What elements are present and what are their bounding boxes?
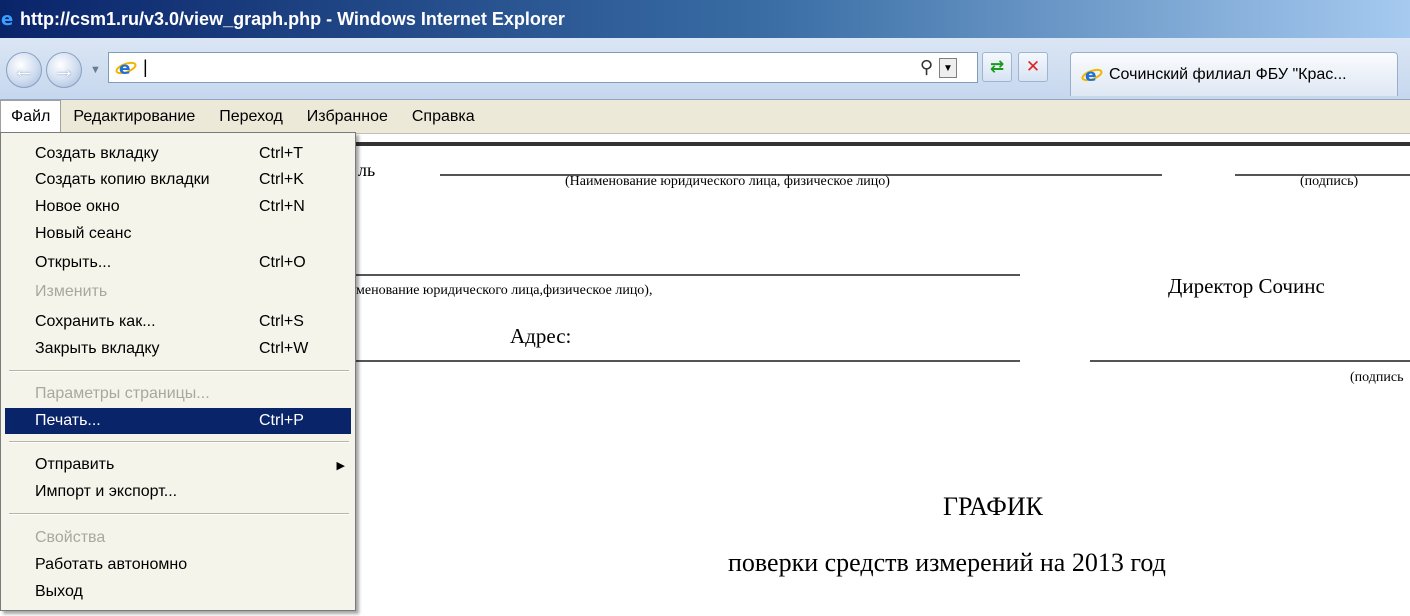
window-title: http://csm1.ru/v3.0/view_graph.php - Win…: [20, 9, 565, 29]
refresh-icon: ⇄: [989, 57, 1005, 76]
signature-line: [1090, 360, 1410, 362]
submenu-arrow-icon: ▶: [336, 459, 345, 472]
menu-item-work-offline[interactable]: Работать автономно: [5, 552, 351, 578]
menu-item-send[interactable]: Отправить ▶: [5, 452, 351, 478]
stop-icon: ✕: [1025, 57, 1041, 76]
svg-text:e: e: [1, 10, 13, 28]
menu-item-save-as[interactable]: Сохранить как... Ctrl+S: [5, 309, 351, 335]
director-title: Директор Сочинс: [1168, 274, 1325, 298]
forward-button[interactable]: →: [46, 52, 82, 88]
search-icon[interactable]: ⚲: [920, 57, 933, 78]
window-title-bar[interactable]: e http://csm1.ru/v3.0/view_graph.php - W…: [0, 0, 1410, 38]
signature-line: [356, 274, 1020, 276]
address-dropdown-button[interactable]: ▼: [939, 58, 957, 78]
menu-file[interactable]: Файл: [0, 99, 62, 134]
back-arrow-icon: ←: [13, 57, 35, 82]
menu-view[interactable]: Переход: [207, 100, 295, 134]
menu-item-edit: Изменить: [35, 283, 108, 300]
ie-page-icon: e: [1081, 64, 1103, 86]
menu-bar: Файл Редактирование Переход Избранное Сп…: [0, 99, 1410, 134]
signature-caption: (подпись): [1300, 174, 1359, 189]
menu-separator: [9, 441, 349, 443]
address-label: Адрес:: [510, 324, 572, 348]
menu-item-properties: Свойства: [35, 529, 106, 546]
svg-text:e: e: [1085, 66, 1097, 86]
refresh-button[interactable]: ⇄: [982, 52, 1012, 82]
menu-favorites[interactable]: Избранное: [295, 100, 400, 134]
ie-page-icon: e: [115, 57, 137, 79]
menu-item-new-tab[interactable]: Создать вкладку Ctrl+T: [5, 141, 351, 167]
menu-item-new-window[interactable]: Новое окно Ctrl+N: [5, 194, 351, 220]
menu-item-print[interactable]: Печать... Ctrl+P: [5, 408, 351, 434]
signature-caption: (подпись: [1350, 370, 1404, 385]
address-bar[interactable]: e | ⚲ ▼: [108, 52, 978, 83]
menu-separator: [9, 513, 349, 515]
address-input[interactable]: |: [143, 57, 148, 78]
recent-pages-dropdown[interactable]: ▼: [90, 64, 101, 76]
menu-item-new-session[interactable]: Новый сеанс: [5, 221, 351, 247]
file-menu-dropdown: Создать вкладку Ctrl+T Создать копию вкл…: [0, 132, 356, 611]
navigation-toolbar: ← → ▼ e | ⚲ ▼ ⇄ ✕ e Сочинский филиал ФБУ…: [0, 38, 1410, 100]
ie-logo-icon: e: [0, 10, 18, 28]
menu-separator: [9, 370, 349, 372]
menu-item-page-setup: Параметры страницы...: [35, 385, 210, 402]
back-button[interactable]: ←: [6, 52, 42, 88]
menu-item-exit[interactable]: Выход: [5, 579, 351, 605]
tab-active[interactable]: e Сочинский филиал ФБУ "Крас...: [1070, 52, 1398, 96]
divider: [356, 142, 1410, 146]
document-heading: ГРАФИК: [943, 492, 1043, 521]
menu-item-open[interactable]: Открыть... Ctrl+O: [5, 250, 351, 276]
document-subheading: поверки средств измерений на 2013 год: [728, 548, 1166, 577]
forward-arrow-icon: →: [53, 57, 75, 82]
signature-line: [356, 360, 1020, 362]
tab-label: Сочинский филиал ФБУ "Крас...: [1109, 65, 1347, 83]
menu-edit[interactable]: Редактирование: [61, 100, 207, 134]
doc-text-fragment: ль: [358, 160, 376, 180]
menu-help[interactable]: Справка: [400, 100, 487, 134]
svg-text:e: e: [119, 59, 131, 79]
menu-item-duplicate-tab[interactable]: Создать копию вкладки Ctrl+K: [5, 167, 351, 193]
stop-button[interactable]: ✕: [1018, 52, 1048, 82]
menu-item-import-export[interactable]: Импорт и экспорт...: [5, 479, 351, 505]
org-caption: менование юридического лица,физическое л…: [356, 283, 653, 298]
menu-item-close-tab[interactable]: Закрыть вкладку Ctrl+W: [5, 336, 351, 362]
org-caption: (Наименование юридического лица, физичес…: [565, 174, 890, 189]
